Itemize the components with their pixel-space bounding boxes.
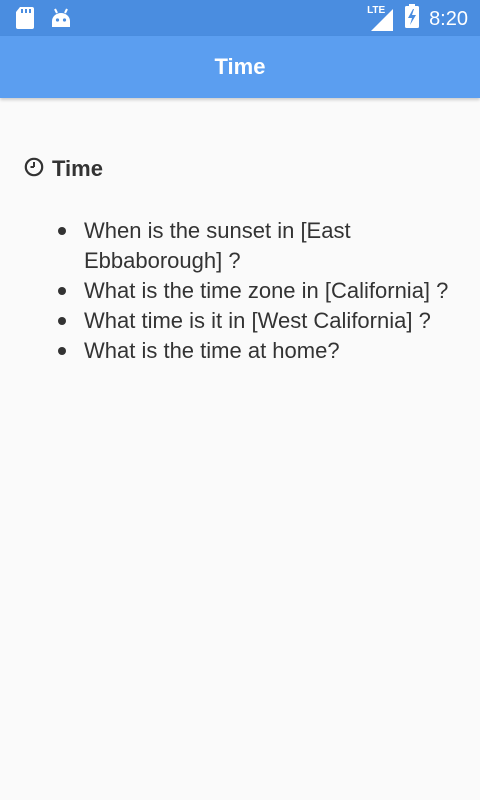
- app-bar: Time: [0, 36, 480, 98]
- sd-card-icon: [16, 7, 34, 34]
- question-text: What is the time zone in [California] ?: [84, 278, 449, 303]
- bullet: [58, 227, 66, 235]
- list-item[interactable]: What time is it in [West California] ?: [56, 306, 456, 336]
- question-text: What is the time at home?: [84, 338, 340, 363]
- network-label: LTE: [367, 4, 386, 16]
- battery-charging-icon: [405, 4, 420, 33]
- status-bar: LTE 8:20: [0, 0, 480, 36]
- bullet: [58, 347, 66, 355]
- status-clock: 8:20: [429, 7, 468, 30]
- list-item[interactable]: When is the sunset in [East Ebbaborough]…: [56, 216, 456, 276]
- status-left-icons: [16, 7, 72, 34]
- app-bar-title: Time: [214, 54, 266, 79]
- list-item[interactable]: What is the time zone in [California] ?: [56, 276, 456, 306]
- status-right-icons: LTE 8:20: [367, 4, 468, 33]
- clock-icon: [24, 157, 44, 182]
- question-text: What time is it in [West California] ?: [84, 308, 431, 333]
- list-item[interactable]: What is the time at home?: [56, 336, 456, 366]
- question-list: When is the sunset in [East Ebbaborough]…: [56, 216, 456, 366]
- bullet: [58, 287, 66, 295]
- android-icon: [50, 7, 72, 34]
- bullet: [58, 317, 66, 325]
- section-title: Time: [52, 156, 103, 181]
- section-header: Time: [24, 156, 103, 182]
- lte-signal-icon: LTE: [367, 5, 395, 33]
- question-text: When is the sunset in [East Ebbaborough]…: [84, 218, 351, 273]
